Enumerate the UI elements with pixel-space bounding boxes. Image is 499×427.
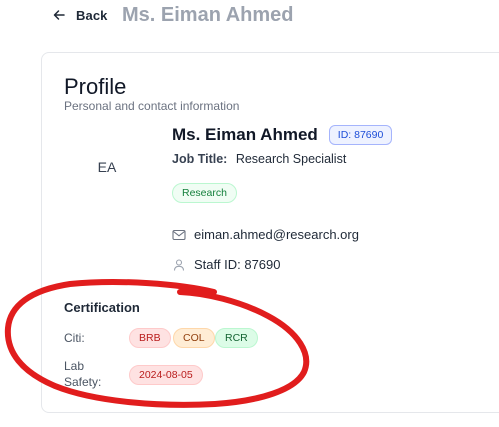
staff-id-row: Staff ID: 87690 bbox=[172, 257, 281, 272]
job-title-label: Job Title: bbox=[172, 152, 228, 166]
person-name: Ms. Eiman Ahmed bbox=[172, 125, 318, 144]
avatar: EA bbox=[97, 159, 117, 175]
id-badge: ID: 87690 bbox=[328, 125, 393, 145]
arrow-left-icon bbox=[52, 8, 66, 22]
page-title: Ms. Eiman Ahmed bbox=[122, 4, 294, 26]
staff-id: Staff ID: 87690 bbox=[194, 257, 281, 272]
citi-chip-col: COL bbox=[173, 328, 215, 348]
job-title-row: Job Title: Research Specialist bbox=[172, 152, 346, 166]
card-title: Profile bbox=[64, 74, 127, 99]
email-link[interactable]: eiman.ahmed@research.org bbox=[194, 227, 359, 242]
top-bar: Back Ms. Eiman Ahmed bbox=[0, 0, 499, 34]
citi-chip-rcr: RCR bbox=[215, 328, 258, 348]
lab-safety-label: Lab Safety: bbox=[64, 359, 102, 389]
certification-heading: Certification bbox=[64, 300, 140, 315]
email-row: eiman.ahmed@research.org bbox=[172, 227, 359, 242]
citi-label: Citi: bbox=[64, 331, 85, 345]
citi-chip-brb: BRB bbox=[129, 328, 171, 348]
job-title-value: Research Specialist bbox=[235, 152, 347, 166]
department-badge: Research bbox=[172, 183, 237, 203]
user-icon bbox=[172, 258, 186, 272]
back-button[interactable]: Back bbox=[52, 6, 107, 24]
profile-card: Profile Personal and contact information… bbox=[41, 52, 499, 413]
name-row: Ms. Eiman Ahmed ID: 87690 bbox=[172, 125, 393, 145]
mail-icon bbox=[172, 229, 186, 241]
back-label: Back bbox=[76, 7, 108, 23]
lab-safety-date-chip: 2024-08-05 bbox=[129, 365, 203, 385]
card-subtitle: Personal and contact information bbox=[64, 99, 240, 113]
